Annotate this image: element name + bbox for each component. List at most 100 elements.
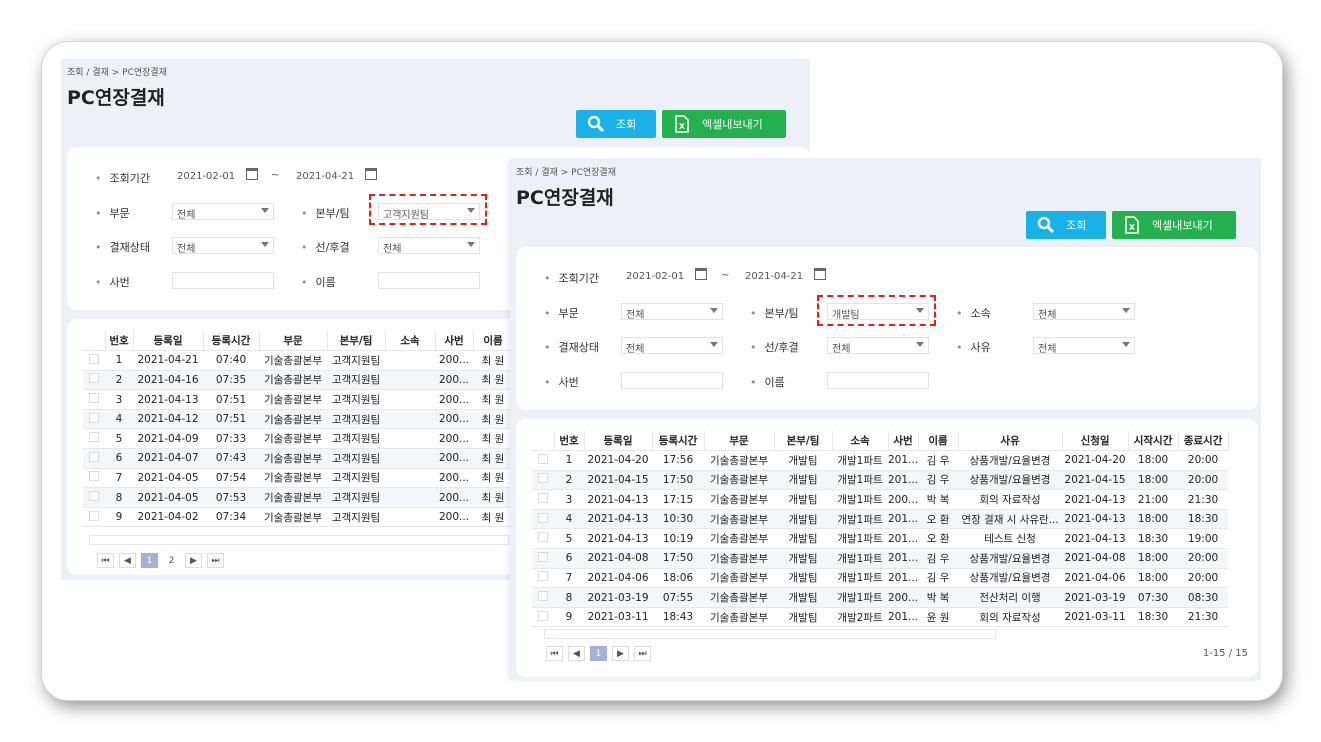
column-header[interactable]: 등록일 xyxy=(584,431,653,452)
table-row[interactable]: 1 2021-04-21 07:40 기술총괄본부 고객지원팀 200... 최 원 xyxy=(83,350,513,371)
prev-page-button[interactable]: ◀ xyxy=(568,646,585,661)
dept-select[interactable]: 전체 xyxy=(621,303,723,321)
name-input[interactable] xyxy=(378,272,480,289)
row-checkbox[interactable] xyxy=(89,432,99,443)
row-checkbox[interactable] xyxy=(538,473,548,484)
column-header[interactable]: 등록시간 xyxy=(203,331,260,352)
empno-input[interactable] xyxy=(172,272,274,289)
order-select[interactable]: 전체 xyxy=(827,337,929,355)
column-header[interactable]: 사유 xyxy=(958,431,1063,452)
page-button[interactable]: 1 xyxy=(590,646,607,661)
search-button[interactable]: 조회 xyxy=(1026,211,1106,239)
table-row[interactable]: 5 2021-04-09 07:33 기술총괄본부 고객지원팀 200... 최 원 xyxy=(83,428,513,450)
column-header[interactable]: 이름 xyxy=(473,331,514,352)
row-checkbox[interactable] xyxy=(89,491,99,502)
row-checkbox-cell[interactable] xyxy=(532,607,554,628)
row-checkbox-cell[interactable] xyxy=(83,409,105,430)
row-checkbox-cell[interactable] xyxy=(83,468,105,489)
column-header[interactable]: 신청일 xyxy=(1062,431,1129,452)
column-header[interactable]: 번호 xyxy=(105,331,134,352)
row-checkbox-cell[interactable] xyxy=(532,450,554,471)
status-select[interactable]: 전체 xyxy=(172,237,274,255)
row-checkbox[interactable] xyxy=(538,610,548,621)
table-row[interactable]: 8 2021-04-05 07:53 기술총괄본부 고객지원팀 200... 최 원 xyxy=(83,487,513,508)
table-row[interactable]: 7 2021-04-05 07:54 기술총괄본부 고객지원팀 200... 최 원 xyxy=(83,468,513,489)
date-to-input[interactable]: 2021-04-21 xyxy=(291,168,361,185)
name-input[interactable] xyxy=(827,372,929,389)
empno-input[interactable] xyxy=(621,372,723,389)
table-row[interactable]: 3 2021-04-13 07:51 기술총괄본부 고객지원팀 200... 최 원 xyxy=(83,389,513,410)
excel-export-button[interactable]: X 엑셀내보내기 xyxy=(662,110,786,138)
table-row[interactable]: 2 2021-04-15 17:50 기술총괄본부 개발팀 개발1파트 201... 김 우상… xyxy=(532,470,1229,491)
column-header[interactable]: 부문 xyxy=(704,431,775,452)
row-checkbox-cell[interactable] xyxy=(83,428,105,450)
horizontal-scrollbar[interactable] xyxy=(544,629,996,639)
row-checkbox[interactable] xyxy=(538,551,548,562)
next-page-button[interactable]: ▶ xyxy=(185,553,202,568)
table-row[interactable]: 8 2021-03-19 07:55 기술총괄본부 개발팀 개발1파트 200... 박 복전… xyxy=(532,587,1229,608)
row-checkbox[interactable] xyxy=(538,512,548,523)
row-checkbox[interactable] xyxy=(538,453,548,464)
first-page-button[interactable]: ⏮ xyxy=(97,553,114,568)
column-header[interactable]: 사번 xyxy=(435,331,474,352)
table-row[interactable]: 4 2021-04-13 10:30 기술총괄본부 개발팀 개발1파트 201... 오 환연… xyxy=(532,509,1229,530)
column-header[interactable]: 본부/팀 xyxy=(327,331,386,352)
row-checkbox-cell[interactable] xyxy=(83,448,105,469)
date-from-input[interactable]: 2021-02-01 xyxy=(621,268,691,285)
row-checkbox[interactable] xyxy=(538,591,548,602)
row-checkbox[interactable] xyxy=(89,451,99,462)
last-page-button[interactable]: ⏭ xyxy=(207,553,224,568)
reason-select[interactable]: 전체 xyxy=(1033,337,1135,355)
dept-select[interactable]: 전체 xyxy=(172,203,274,221)
row-checkbox[interactable] xyxy=(89,393,99,404)
column-header[interactable]: 번호 xyxy=(554,431,585,452)
date-from-input[interactable]: 2021-02-01 xyxy=(172,168,242,185)
calendar-icon[interactable] xyxy=(814,268,826,280)
column-header[interactable]: 소속 xyxy=(385,331,436,352)
row-checkbox[interactable] xyxy=(89,412,99,423)
calendar-icon[interactable] xyxy=(246,168,258,180)
search-button[interactable]: 조회 xyxy=(576,110,656,138)
excel-export-button[interactable]: X 엑셀내보내기 xyxy=(1112,211,1236,239)
affil-select[interactable]: 전체 xyxy=(1033,303,1135,321)
row-checkbox[interactable] xyxy=(538,571,548,582)
table-row[interactable]: 3 2021-04-13 17:15 기술총괄본부 개발팀 개발1파트 200... 박 복회… xyxy=(532,489,1229,510)
row-checkbox[interactable] xyxy=(538,493,548,504)
column-header[interactable]: 이름 xyxy=(918,431,959,452)
date-to-input[interactable]: 2021-04-21 xyxy=(740,268,810,285)
row-checkbox-cell[interactable] xyxy=(532,489,554,510)
column-header[interactable]: 시작시간 xyxy=(1128,431,1179,452)
horizontal-scrollbar[interactable] xyxy=(89,535,509,545)
column-header[interactable]: 등록일 xyxy=(133,331,204,352)
prev-page-button[interactable]: ◀ xyxy=(119,553,136,568)
table-row[interactable]: 2 2021-04-16 07:35 기술총괄본부 고객지원팀 200... 최 원 xyxy=(83,370,513,391)
calendar-icon[interactable] xyxy=(695,268,707,280)
column-header[interactable]: 본부/팀 xyxy=(774,431,833,452)
row-checkbox-cell[interactable] xyxy=(532,528,554,550)
first-page-button[interactable]: ⏮ xyxy=(546,646,563,661)
row-checkbox-cell[interactable] xyxy=(532,470,554,491)
row-checkbox[interactable] xyxy=(89,471,99,482)
order-select[interactable]: 전체 xyxy=(378,237,480,255)
page-button[interactable]: 1 xyxy=(141,553,158,568)
column-header[interactable]: 부문 xyxy=(259,331,328,352)
table-row[interactable]: 6 2021-04-08 17:50 기술총괄본부 개발팀 개발1파트 201... 김 우상… xyxy=(532,548,1229,569)
next-page-button[interactable]: ▶ xyxy=(612,646,629,661)
column-header[interactable]: 소속 xyxy=(832,431,889,452)
table-row[interactable]: 7 2021-04-06 18:06 기술총괄본부 개발팀 개발1파트 201... 김 우상… xyxy=(532,568,1229,589)
header-checkbox-cell[interactable] xyxy=(532,431,555,452)
row-checkbox[interactable] xyxy=(538,532,548,543)
status-select[interactable]: 전체 xyxy=(621,337,723,355)
calendar-icon[interactable] xyxy=(365,168,377,180)
row-checkbox-cell[interactable] xyxy=(83,487,105,508)
page-button[interactable]: 2 xyxy=(163,553,180,568)
row-checkbox-cell[interactable] xyxy=(83,370,105,391)
row-checkbox-cell[interactable] xyxy=(532,568,554,589)
table-row[interactable]: 4 2021-04-12 07:51 기술총괄본부 고객지원팀 200... 최 원 xyxy=(83,409,513,430)
column-header[interactable]: 종료시간 xyxy=(1178,431,1229,452)
row-checkbox-cell[interactable] xyxy=(532,509,554,530)
table-row[interactable]: 1 2021-04-20 17:56 기술총괄본부 개발팀 개발1파트 201... 김 우상… xyxy=(532,450,1229,471)
last-page-button[interactable]: ⏭ xyxy=(634,646,651,661)
table-row[interactable]: 5 2021-04-13 10:19 기술총괄본부 개발팀 개발1파트 201... 오 환테… xyxy=(532,528,1229,550)
table-row[interactable]: 9 2021-04-02 07:34 기술총괄본부 고객지원팀 200... 최 원 xyxy=(83,507,513,528)
